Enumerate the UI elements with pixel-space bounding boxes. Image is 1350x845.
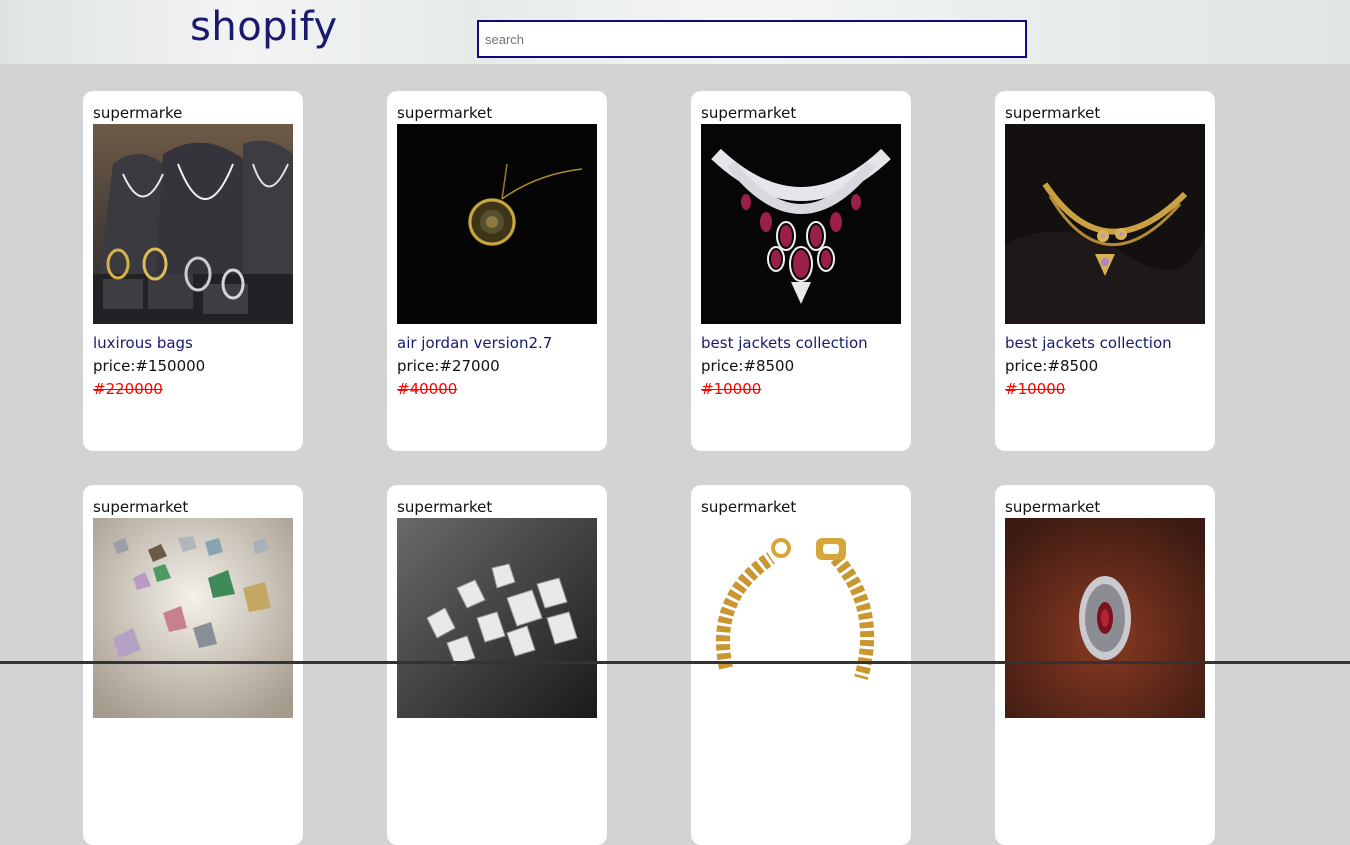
product-card[interactable]: supermarke luxirous bags price:#150000 #… xyxy=(83,91,303,451)
search-box[interactable] xyxy=(477,20,1027,58)
gold-bracelet-image[interactable] xyxy=(701,518,901,718)
store-label: supermarket xyxy=(701,498,797,516)
product-card[interactable]: supermarket air jordan version2.7 price:… xyxy=(387,91,607,451)
diamonds-image[interactable] xyxy=(397,518,597,718)
product-card[interactable]: supermarket xyxy=(83,485,303,845)
product-price: price:#8500 xyxy=(1005,357,1099,375)
pendant-necklace-image[interactable] xyxy=(397,124,597,324)
product-name[interactable]: luxirous bags xyxy=(93,332,293,355)
old-price: #40000 xyxy=(397,380,458,398)
ruby-ring-image[interactable] xyxy=(1005,518,1205,718)
store-label: supermarket xyxy=(93,498,189,516)
shopify-logo[interactable]: shopify xyxy=(190,4,338,50)
product-card[interactable]: supermarket xyxy=(691,91,911,451)
product-name[interactable]: air jordan version2.7 xyxy=(397,332,597,355)
product-price: price:#8500 xyxy=(701,357,795,375)
product-price: price:#27000 xyxy=(397,357,500,375)
search-input[interactable] xyxy=(479,22,1025,56)
gemstones-image[interactable] xyxy=(93,518,293,718)
store-label: supermarket xyxy=(397,104,493,122)
gold-necklace-set-image[interactable] xyxy=(1005,124,1205,324)
store-label: supermarke xyxy=(93,104,183,122)
product-card[interactable]: supermarket xyxy=(995,485,1215,845)
old-price: #220000 xyxy=(93,380,163,398)
product-card[interactable]: supermarket best jackets collection pric… xyxy=(995,91,1215,451)
product-name[interactable]: best jackets collection xyxy=(701,332,901,355)
old-price: #10000 xyxy=(701,380,762,398)
store-label: supermarket xyxy=(701,104,797,122)
product-card[interactable]: supermarket xyxy=(691,485,911,845)
old-price: #10000 xyxy=(1005,380,1066,398)
product-card[interactable]: supermarket xyxy=(387,485,607,845)
store-label: supermarket xyxy=(1005,498,1101,516)
store-label: supermarket xyxy=(1005,104,1101,122)
product-price: price:#150000 xyxy=(93,357,206,375)
top-header: shopify xyxy=(0,0,1350,64)
store-label: supermarket xyxy=(397,498,493,516)
jewelry-display-image[interactable] xyxy=(93,124,293,324)
product-name[interactable]: best jackets collection xyxy=(1005,332,1205,355)
ruby-necklace-image[interactable] xyxy=(701,124,901,324)
